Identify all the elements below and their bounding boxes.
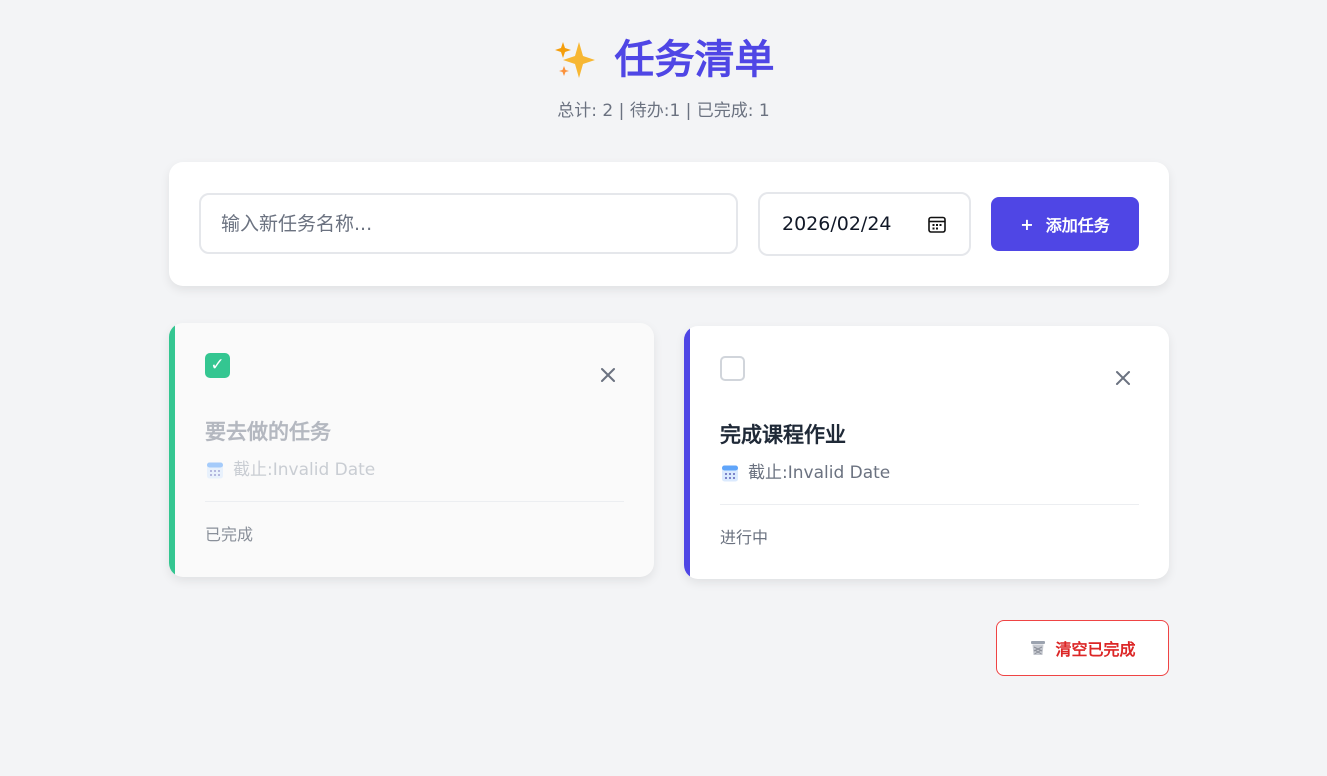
task-status: 进行中 [720,528,769,547]
add-task-label: 添加任务 [1045,216,1110,235]
task-deadline: 截止:Invalid Date [720,462,890,484]
task-stats: 总计: 2 | 待办:1 | 已完成: 1 [557,101,770,121]
delete-task-close-icon[interactable] [598,365,618,385]
task-name: 完成课程作业 [720,423,846,447]
calendar-icon[interactable] [927,214,947,234]
trash-icon [1031,641,1046,655]
due-date-input[interactable]: 2026/02/24 [758,192,971,256]
task-deadline: 截止:Invalid Date [205,459,375,481]
title-text: 任务清单 [614,37,775,83]
task-accent-bar [684,326,690,579]
clear-completed-button[interactable]: 清空已完成 [996,620,1169,676]
task-card: 完成课程作业 截止:Invalid Date 进行中 [684,326,1169,579]
task-checkbox[interactable]: ✓ [205,353,230,378]
sparkles-icon [554,42,595,78]
card-divider [720,504,1139,505]
card-divider [205,501,624,502]
task-name-input[interactable] [199,193,738,254]
task-accent-bar [169,323,175,577]
clear-completed-label: 清空已完成 [1055,640,1136,659]
due-date-value: 2026/02/24 [782,213,892,235]
task-checkbox[interactable] [720,356,745,381]
task-card: ✓ 要去做的任务 截止:Invalid Date 已完成 [169,323,654,577]
add-task-button[interactable]: + 添加任务 [991,197,1139,251]
calendar-icon [207,462,223,479]
add-task-panel: 2026/02/24 + 添加任务 [169,162,1169,286]
task-name: 要去做的任务 [205,420,331,444]
task-status: 已完成 [205,525,254,544]
delete-task-close-icon[interactable] [1113,368,1133,388]
calendar-icon [722,465,738,482]
task-deadline-text: 截止:Invalid Date [233,460,376,480]
page-title: 任务清单 [553,32,775,88]
plus-icon: + [1020,214,1034,234]
checkmark-icon: ✓ [210,355,225,375]
task-deadline-text: 截止:Invalid Date [748,463,891,483]
page-header: 任务清单 总计: 2 | 待办:1 | 已完成: 1 [0,32,1327,122]
